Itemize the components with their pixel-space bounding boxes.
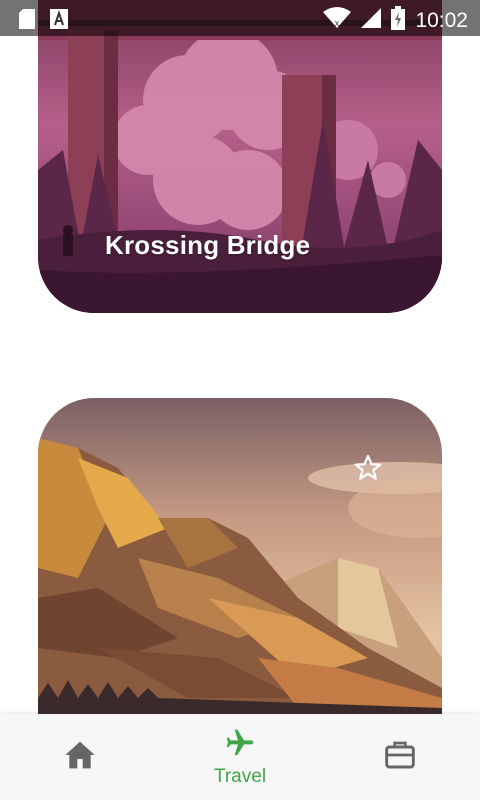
battery-charging-icon — [391, 6, 406, 35]
bridge-illustration — [38, 0, 442, 313]
card-title: Krossing Bridge — [105, 230, 311, 260]
wifi-icon: x — [323, 7, 352, 34]
sd-card-icon — [18, 8, 36, 35]
destination-card-krossing-bridge[interactable]: Krossing Bridge — [38, 0, 442, 313]
status-bar: x 10:02 — [0, 0, 480, 36]
nav-item-home[interactable] — [20, 714, 140, 800]
destination-card-mountain[interactable] — [38, 398, 442, 738]
favorite-button[interactable] — [352, 454, 384, 486]
nav-item-travel[interactable]: Travel — [180, 714, 300, 800]
home-icon — [64, 740, 96, 775]
star-outline-icon — [353, 453, 383, 488]
nav-label-travel: Travel — [213, 765, 267, 787]
svg-text:x: x — [335, 18, 340, 28]
airplane-icon — [224, 727, 256, 764]
bottom-navigation: Travel — [0, 714, 480, 800]
signal-icon — [361, 8, 382, 33]
clock-time: 10:02 — [415, 8, 468, 32]
briefcase-icon — [384, 740, 416, 775]
mountain-illustration — [38, 398, 442, 738]
nav-item-work[interactable] — [340, 714, 460, 800]
text-notification-icon — [50, 9, 68, 34]
